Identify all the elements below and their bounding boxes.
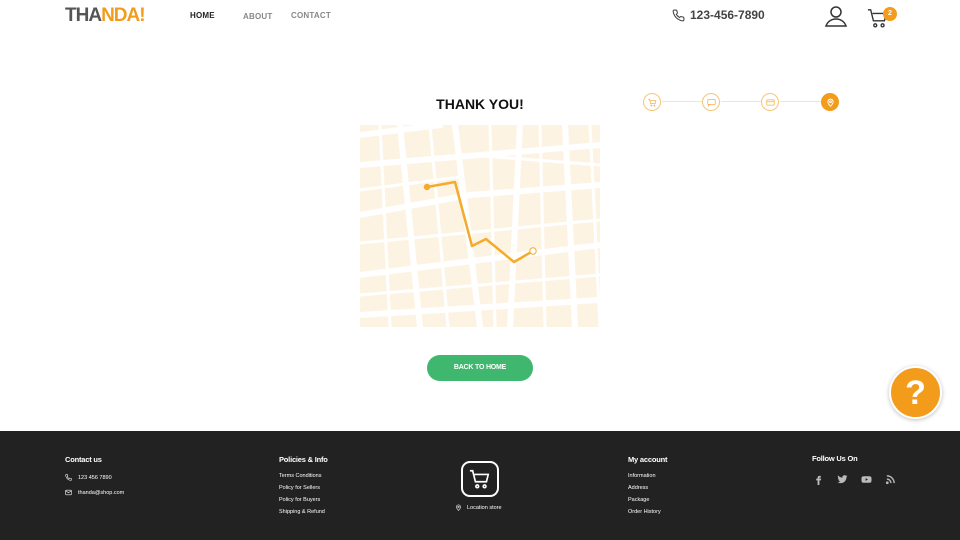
header: THANDA! HOME ABOUT CONTACT 123-456-7890 …: [0, 0, 960, 34]
footer: Contact us 123 456 7890 thanda@shop.com …: [0, 431, 960, 540]
user-icon[interactable]: [824, 4, 848, 28]
footer-link-order-history[interactable]: Order History: [628, 506, 667, 518]
page-title: THANK YOU!: [436, 96, 524, 112]
store-logo: [461, 461, 499, 497]
step-connector: [780, 101, 821, 102]
footer-link-buyers[interactable]: Policy for Buyers: [279, 494, 328, 506]
help-button[interactable]: ?: [889, 366, 942, 419]
mail-icon: [65, 489, 72, 496]
location-store-text: Location store: [467, 504, 502, 511]
phone-icon: [65, 474, 72, 481]
step-connector: [721, 101, 761, 102]
location-store-label: Location store: [455, 504, 502, 511]
cart-count-badge: 2: [883, 7, 897, 21]
footer-email[interactable]: thanda@shop.com: [65, 485, 124, 500]
cart-icon: [647, 98, 656, 106]
footer-contact: Contact us 123 456 7890 thanda@shop.com: [65, 455, 124, 500]
footer-policies: Policies & Info Terms Conditions Policy …: [279, 455, 328, 518]
chat-icon: [706, 98, 716, 107]
twitter-icon[interactable]: [836, 473, 848, 485]
footer-contact-title: Contact us: [65, 455, 102, 464]
page: THANDA! HOME ABOUT CONTACT 123-456-7890 …: [0, 0, 960, 540]
step-chat: [702, 93, 720, 111]
logo[interactable]: THANDA!: [65, 5, 146, 27]
route-start-point: [423, 183, 431, 191]
step-cart: [643, 93, 661, 111]
location-pin-icon: [456, 504, 461, 511]
nav-home[interactable]: HOME: [190, 11, 215, 20]
footer-link-sellers[interactable]: Policy for Sellers: [279, 482, 328, 494]
phone-number: 123-456-7890: [690, 8, 765, 22]
route-end-point: [529, 247, 537, 255]
step-connector: [662, 101, 702, 102]
facebook-icon[interactable]: [812, 473, 824, 485]
step-location: [821, 93, 839, 111]
map-illustration: [360, 125, 600, 327]
back-to-home-button[interactable]: BACK TO HOME: [427, 355, 533, 381]
footer-phone-text: 123 456 7890: [78, 474, 112, 481]
step-payment: [761, 93, 779, 111]
footer-policies-title: Policies & Info: [279, 455, 328, 464]
logo-text: THANDA!: [65, 5, 146, 27]
location-pin-icon: [826, 98, 834, 107]
nav-contact[interactable]: CONTACT: [291, 11, 331, 20]
footer-follow: Follow Us On: [812, 454, 896, 485]
cart-button[interactable]: 2: [867, 5, 897, 29]
footer-email-text: thanda@shop.com: [78, 489, 125, 496]
payment-icon: [765, 99, 775, 105]
route-map: [360, 125, 600, 327]
footer-account: My account Information Address Package O…: [628, 455, 667, 518]
footer-link-address[interactable]: Address: [628, 482, 667, 494]
order-progress-steps: [642, 92, 842, 112]
youtube-icon[interactable]: [860, 473, 872, 485]
logo-part-2: NDA!: [101, 5, 145, 26]
footer-link-shipping[interactable]: Shipping & Refund: [279, 506, 328, 518]
phone-icon: [672, 9, 685, 21]
footer-link-information[interactable]: Information: [628, 470, 667, 482]
social-links: [812, 473, 896, 485]
footer-link-terms[interactable]: Terms Conditions: [279, 470, 328, 482]
footer-account-title: My account: [628, 455, 668, 464]
footer-phone[interactable]: 123 456 7890: [65, 470, 124, 485]
rss-icon[interactable]: [884, 473, 896, 485]
header-phone[interactable]: 123-456-7890: [672, 8, 765, 22]
logo-part-1: THA: [65, 5, 102, 26]
cart-icon: [469, 469, 490, 489]
footer-follow-title: Follow Us On: [812, 454, 858, 463]
footer-link-package[interactable]: Package: [628, 494, 667, 506]
nav-about[interactable]: ABOUT: [243, 12, 272, 21]
